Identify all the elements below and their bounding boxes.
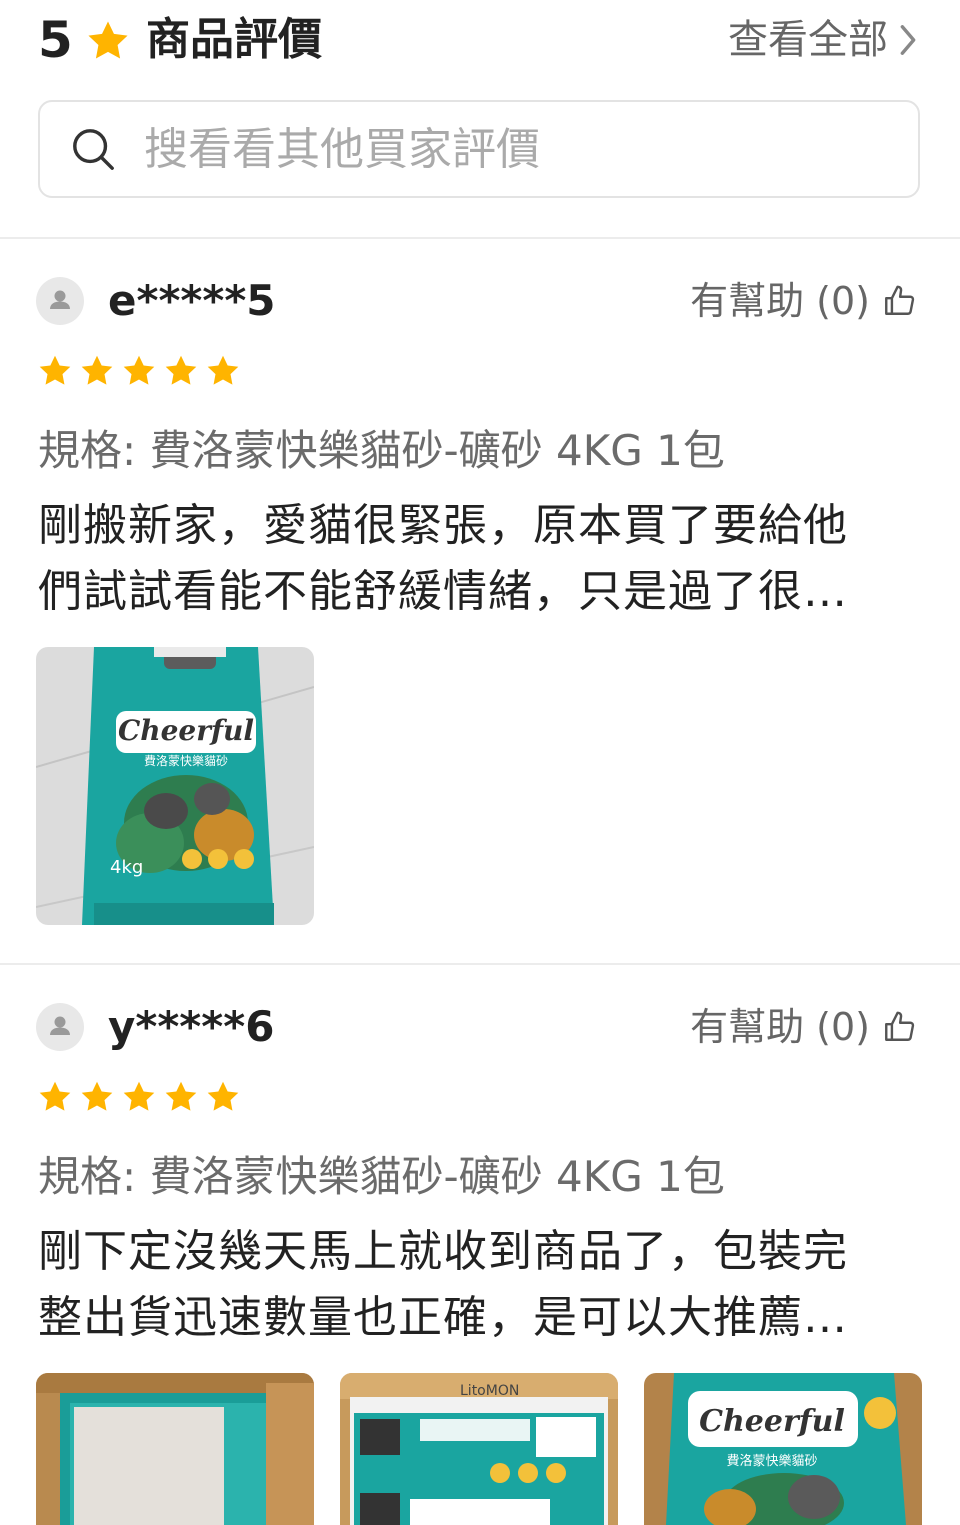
helpful-label: 有幫助 (0)	[690, 279, 870, 323]
photo-weight-text: 4kg	[110, 857, 143, 878]
product-box-photo: LitoMON	[340, 1373, 618, 1525]
star-icon	[123, 1081, 155, 1111]
chevron-right-icon	[900, 25, 916, 55]
review-text-line: 剛下定沒幾天馬上就收到商品了，包裝完	[38, 1226, 848, 1277]
reviewer-name: y*****6	[108, 1002, 275, 1051]
rating-score: 5	[38, 11, 73, 69]
section-title: 商品評價	[146, 14, 322, 65]
review-text-line: 們試試看能不能舒緩情緒，只是過了很…	[38, 566, 848, 617]
opened-box-photo	[36, 1373, 314, 1525]
product-variant: 規格: 費洛蒙快樂貓砂-礦砂 4KG 1包	[38, 1152, 725, 1201]
helpful-button[interactable]: 有幫助 (0)	[690, 1002, 916, 1052]
avatar	[36, 277, 84, 325]
litter-bag-in-box-photo: Cheerful 費洛蒙快樂貓砂	[644, 1373, 922, 1525]
review-text-line: 剛搬新家，愛貓很緊張，原本買了要給他	[38, 500, 848, 551]
review-text-line: 整出貨迅速數量也正確，是可以大推薦…	[38, 1292, 848, 1343]
view-all-link[interactable]: 查看全部	[728, 12, 918, 68]
review-card: y*****6 有幫助 (0) 規格: 費洛蒙快樂貓砂-礦砂 4KG 1包 剛下…	[0, 965, 960, 1525]
photo-box-brand: LitoMON	[460, 1383, 519, 1399]
star-icon	[39, 355, 71, 385]
photo-product-text: 費洛蒙快樂貓砂	[144, 753, 228, 768]
review-photo[interactable]: Cheerful 費洛蒙快樂貓砂	[644, 1373, 922, 1525]
user-icon	[50, 1016, 70, 1035]
avatar	[36, 1003, 84, 1051]
helpful-label: 有幫助 (0)	[690, 1005, 870, 1049]
product-variant: 規格: 費洛蒙快樂貓砂-礦砂 4KG 1包	[38, 426, 725, 475]
view-all-label: 查看全部	[728, 17, 888, 63]
thumbs-up-icon	[885, 1011, 915, 1041]
user-icon	[50, 290, 70, 309]
review-search-box[interactable]	[38, 100, 920, 198]
review-text[interactable]: 剛下定沒幾天馬上就收到商品了，包裝完 整出貨迅速數量也正確，是可以大推薦…	[38, 1219, 922, 1351]
search-input[interactable]	[142, 122, 906, 176]
review-text[interactable]: 剛搬新家，愛貓很緊張，原本買了要給他 們試試看能不能舒緩情緒，只是過了很…	[38, 493, 922, 625]
thumbs-up-icon	[885, 285, 915, 315]
ratings-header: 5 商品評價 查看全部	[0, 0, 960, 80]
review-photo[interactable]: LitoMON	[340, 1373, 618, 1525]
photo-product-text: 費洛蒙快樂貓砂	[726, 1453, 817, 1469]
star-icon	[165, 355, 197, 385]
search-icon	[73, 129, 114, 170]
star-icon	[165, 1081, 197, 1111]
star-icon	[88, 21, 128, 59]
photo-brand-text: Cheerful	[699, 1404, 845, 1439]
star-rating	[36, 1079, 242, 1115]
cat-litter-bag-photo: Cheerful 費洛蒙快樂貓砂 4kg	[36, 647, 314, 925]
star-icon	[81, 1081, 113, 1111]
star-icon	[207, 355, 239, 385]
star-icon	[123, 355, 155, 385]
helpful-button[interactable]: 有幫助 (0)	[690, 276, 916, 326]
photo-brand-text: Cheerful	[118, 714, 254, 747]
star-rating	[36, 353, 242, 389]
star-icon	[81, 355, 113, 385]
review-card: e*****5 有幫助 (0) 規格: 費洛蒙快樂貓砂-礦砂 4KG 1包 剛搬…	[0, 239, 960, 963]
review-photo[interactable]: Cheerful 費洛蒙快樂貓砂 4kg	[36, 647, 314, 925]
star-icon	[207, 1081, 239, 1111]
review-photo[interactable]	[36, 1373, 314, 1525]
star-icon	[39, 1081, 71, 1111]
reviewer-name: e*****5	[108, 276, 276, 325]
